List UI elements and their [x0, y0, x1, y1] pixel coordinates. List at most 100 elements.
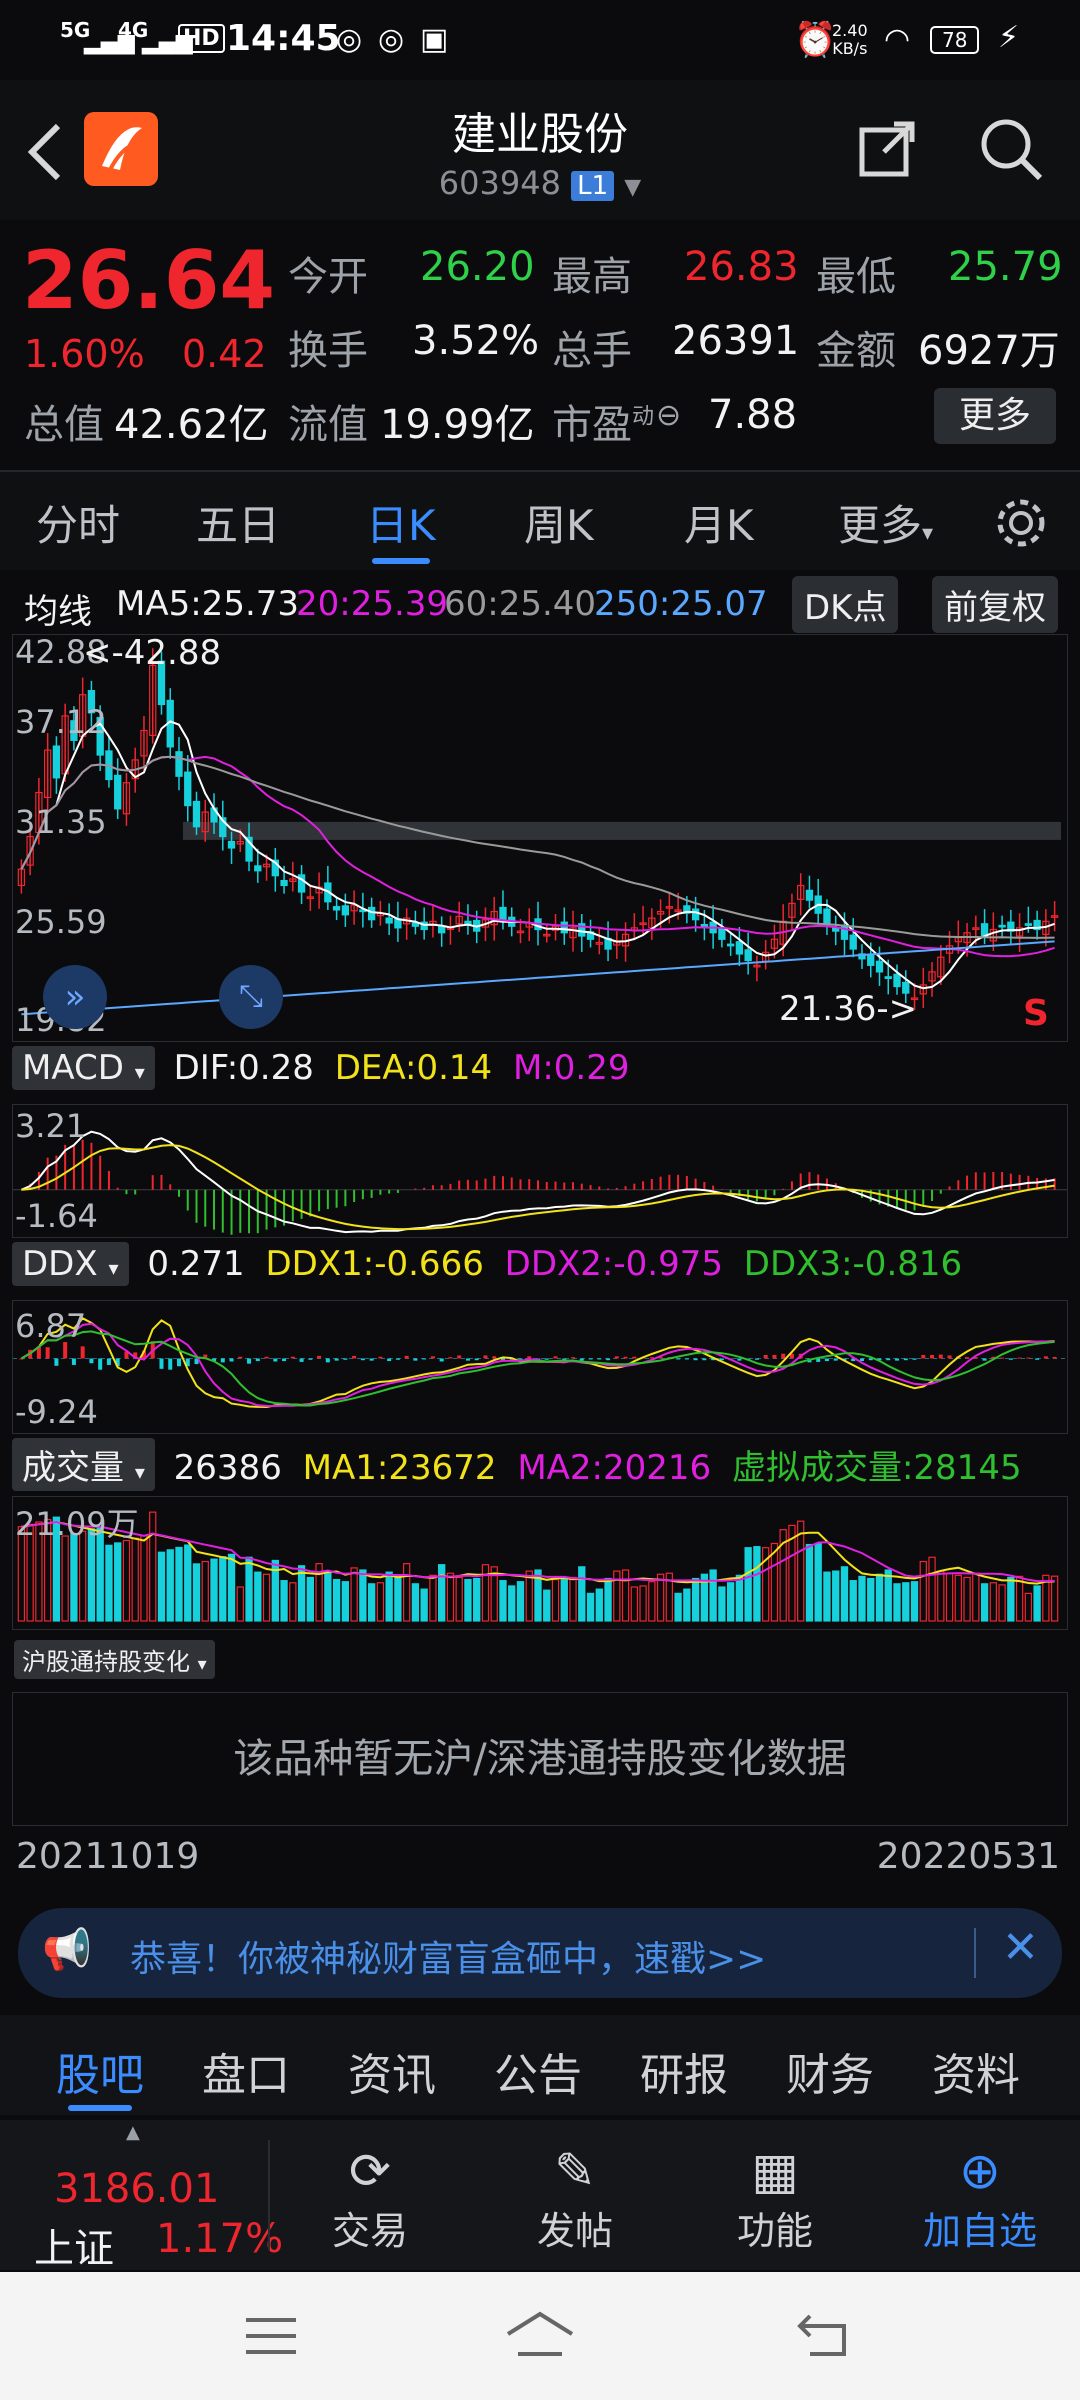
- ddx-bar: [247, 1358, 252, 1364]
- ddx-bar: [571, 1357, 576, 1359]
- expand-sidebar-icon[interactable]: »: [43, 965, 107, 1029]
- caret-down-icon: ▾: [134, 1060, 145, 1084]
- volume-bar: [254, 1571, 262, 1622]
- volume-bar: [928, 1556, 936, 1622]
- tab-five-day[interactable]: 五日: [196, 492, 280, 553]
- ddx-bar: [492, 1356, 497, 1359]
- caret-down-icon: ▾: [197, 1654, 207, 1675]
- macd-selector[interactable]: MACD ▾: [12, 1046, 155, 1090]
- trade-button[interactable]: ⟳ 交易: [300, 2120, 440, 2270]
- volume-bar: [674, 1592, 682, 1622]
- ddx-selector[interactable]: DDX ▾: [12, 1242, 129, 1286]
- functions-button[interactable]: ▦ 功能: [705, 2120, 845, 2270]
- tab-news[interactable]: 资讯: [348, 2039, 436, 2103]
- ddx-bar: [1008, 1358, 1013, 1360]
- candle-down: [691, 908, 700, 921]
- home-icon[interactable]: [504, 2310, 576, 2360]
- info-icon[interactable]: ⊖: [656, 398, 681, 433]
- adjust-button[interactable]: 前复权: [932, 576, 1058, 633]
- hk-connect-selector[interactable]: 沪股通持股变化 ▾: [14, 1640, 215, 1679]
- tab-announcements[interactable]: 公告: [494, 2039, 582, 2103]
- volume-bar: [446, 1572, 455, 1622]
- tab-forum[interactable]: 股吧: [56, 2039, 144, 2103]
- settings-gear-icon[interactable]: [994, 496, 1048, 550]
- resistance-band: [183, 821, 1061, 840]
- tab-orderbook[interactable]: 盘口: [202, 2039, 290, 2103]
- amount-value: 6927万: [918, 328, 1060, 374]
- add-watchlist-button[interactable]: ⊕ 加自选: [905, 2120, 1055, 2270]
- virtual-volume: 虚拟成交量:28145: [731, 1448, 1022, 1488]
- menu-icon[interactable]: [244, 2316, 298, 2356]
- volume-bar: [753, 1546, 761, 1622]
- volume-bar: [656, 1573, 665, 1622]
- volume-bar: [858, 1575, 866, 1622]
- volume-bar: [604, 1577, 612, 1622]
- more-button[interactable]: 更多: [934, 388, 1056, 444]
- ddx-bar: [614, 1356, 619, 1359]
- volume-chart[interactable]: 21.09万: [12, 1496, 1068, 1630]
- volume-bar: [227, 1553, 236, 1622]
- pe-value: 7.88: [708, 392, 798, 438]
- bottom-dock: ▲ 3186.01 上证 1.17% ⟳ 交易 ✎ 发帖 ▦ 功能 ⊕ 加自选: [0, 2120, 1080, 2272]
- ddx-bar: [597, 1358, 602, 1360]
- macd-chart[interactable]: 3.21 -1.64: [12, 1104, 1068, 1238]
- candle-down: [560, 921, 568, 934]
- volume-bar: [1024, 1592, 1033, 1622]
- back-nav-icon[interactable]: [796, 2312, 852, 2358]
- tab-more[interactable]: 更多▾: [838, 492, 933, 553]
- index-ticker[interactable]: ▲ 3186.01 上证 1.17%: [0, 2120, 283, 2272]
- volume-selector[interactable]: 成交量 ▾: [12, 1438, 155, 1491]
- ddx-bar: [45, 1347, 50, 1359]
- tab-intraday[interactable]: 分时: [36, 492, 120, 553]
- candle-down: [805, 889, 814, 901]
- candle-down: [893, 973, 901, 988]
- volume-bar: [805, 1543, 814, 1622]
- volume-bar: [411, 1583, 420, 1622]
- ddx-bar: [159, 1358, 164, 1369]
- promo-banner[interactable]: 📢 恭喜！你被神秘财富盲盒砸中，速戳>> ✕: [18, 1908, 1062, 1998]
- volume-legend: 成交量 ▾ 26386 MA1:23672 MA2:20216 虚拟成交量:28…: [12, 1438, 1022, 1491]
- ddx-bar: [98, 1358, 103, 1370]
- kline-chart[interactable]: 42.88 37.12 31.35 25.59 19.82 <-42.88 21…: [12, 633, 1068, 1042]
- ddx-bar: [282, 1358, 287, 1362]
- dk-point-button[interactable]: DK点: [792, 576, 899, 633]
- float-label: 流值: [288, 402, 368, 448]
- fullscreen-icon[interactable]: ⤡: [219, 965, 283, 1029]
- volume-bar: [718, 1586, 726, 1622]
- wifi-icon: ◠: [884, 22, 911, 57]
- caret-down-icon: ▾: [108, 1256, 119, 1280]
- volume-bar: [630, 1586, 638, 1622]
- tab-weekly-k[interactable]: 周K: [524, 492, 594, 553]
- ddx-bar: [912, 1358, 917, 1360]
- volume-bar: [114, 1542, 122, 1622]
- volume-bar: [289, 1582, 297, 1622]
- video-icon: ▣: [420, 22, 449, 57]
- stock-header: 建业股份 603948 L1 ▼: [0, 80, 1080, 220]
- ddx-bar: [343, 1358, 348, 1360]
- level-badge: L1: [571, 171, 615, 201]
- turnover-label: 换手: [288, 328, 368, 374]
- volume-bar: [166, 1549, 174, 1622]
- tab-profile[interactable]: 资料: [932, 2039, 1020, 2103]
- ddx-bar: [930, 1355, 935, 1359]
- candle-down: [744, 949, 752, 962]
- search-icon[interactable]: [978, 116, 1044, 182]
- tab-finance[interactable]: 财务: [786, 2039, 874, 2103]
- tab-daily-k[interactable]: 日K: [366, 492, 436, 553]
- volume-svg: [17, 1511, 1059, 1622]
- trade-icon: ⟳: [349, 2142, 391, 2200]
- close-icon[interactable]: ✕: [1002, 1922, 1039, 1973]
- volume-bar: [972, 1572, 980, 1622]
- volume-bar: [797, 1520, 805, 1622]
- volume-bar: [201, 1560, 209, 1622]
- low-label: 最低: [816, 254, 896, 300]
- share-icon[interactable]: [856, 116, 920, 180]
- kline-axis-label: 37.12: [15, 703, 107, 741]
- tab-monthly-k[interactable]: 月K: [684, 492, 754, 553]
- post-button[interactable]: ✎ 发帖: [505, 2120, 645, 2270]
- mcap-label: 总值: [24, 402, 104, 448]
- ddx-chart[interactable]: 6.87 -9.24: [12, 1300, 1068, 1434]
- active-tab-indicator: [68, 2105, 132, 2111]
- candle-down: [735, 941, 744, 955]
- tab-research[interactable]: 研报: [640, 2039, 728, 2103]
